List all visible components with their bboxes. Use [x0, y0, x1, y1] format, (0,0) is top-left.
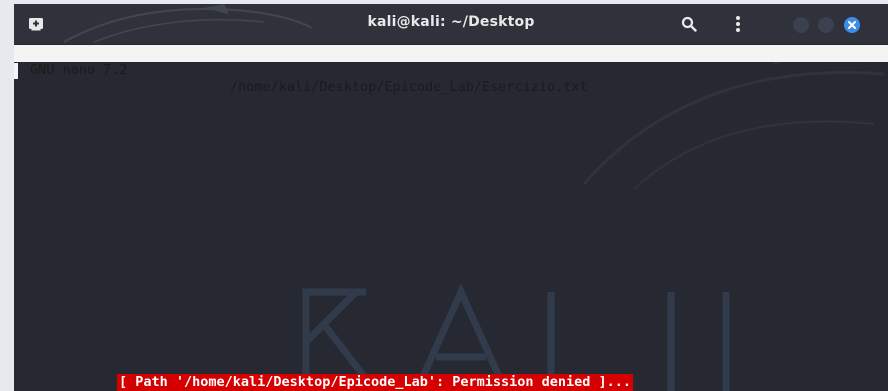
menu-button[interactable]	[726, 12, 750, 36]
title-bar[interactable]: kali@kali: ~/Desktop	[14, 4, 888, 44]
search-button[interactable]	[677, 12, 701, 36]
nano-file-path: /home/kali/Desktop/Epicode_Lab/Esercizio…	[230, 79, 588, 95]
window-title: kali@kali: ~/Desktop	[367, 14, 535, 30]
maximize-button[interactable]	[818, 17, 834, 33]
status-message: [ Path '/home/kali/Desktop/Epicode_Lab':…	[117, 374, 634, 391]
nano-header-bar: GNU nano 7.2 /home/kali/Desktop/Epicode_…	[14, 45, 888, 95]
nano-version: GNU nano 7.2	[30, 62, 128, 78]
text-cursor	[14, 63, 18, 79]
terminal-window: kali@kali: ~/Desktop GNU nano 7.2 /home/…	[14, 4, 888, 391]
terminal-area[interactable]: GNU nano 7.2 /home/kali/Desktop/Epicode_…	[14, 44, 888, 391]
minimize-button[interactable]	[793, 17, 809, 33]
close-icon	[848, 21, 856, 29]
kali-dragon-watermark-icon	[582, 47, 885, 190]
close-button[interactable]	[844, 17, 860, 33]
kebab-menu-icon	[736, 16, 740, 32]
search-icon	[681, 16, 697, 32]
